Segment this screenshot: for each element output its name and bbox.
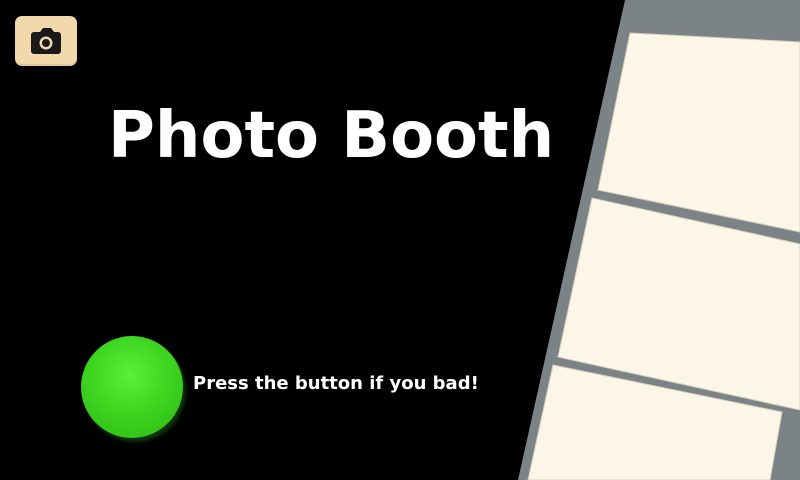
photo-booth-screen: Photo Booth Press the button if you bad! — [0, 0, 800, 480]
photo-strip — [518, 0, 800, 480]
photo-strip-area — [0, 0, 800, 480]
